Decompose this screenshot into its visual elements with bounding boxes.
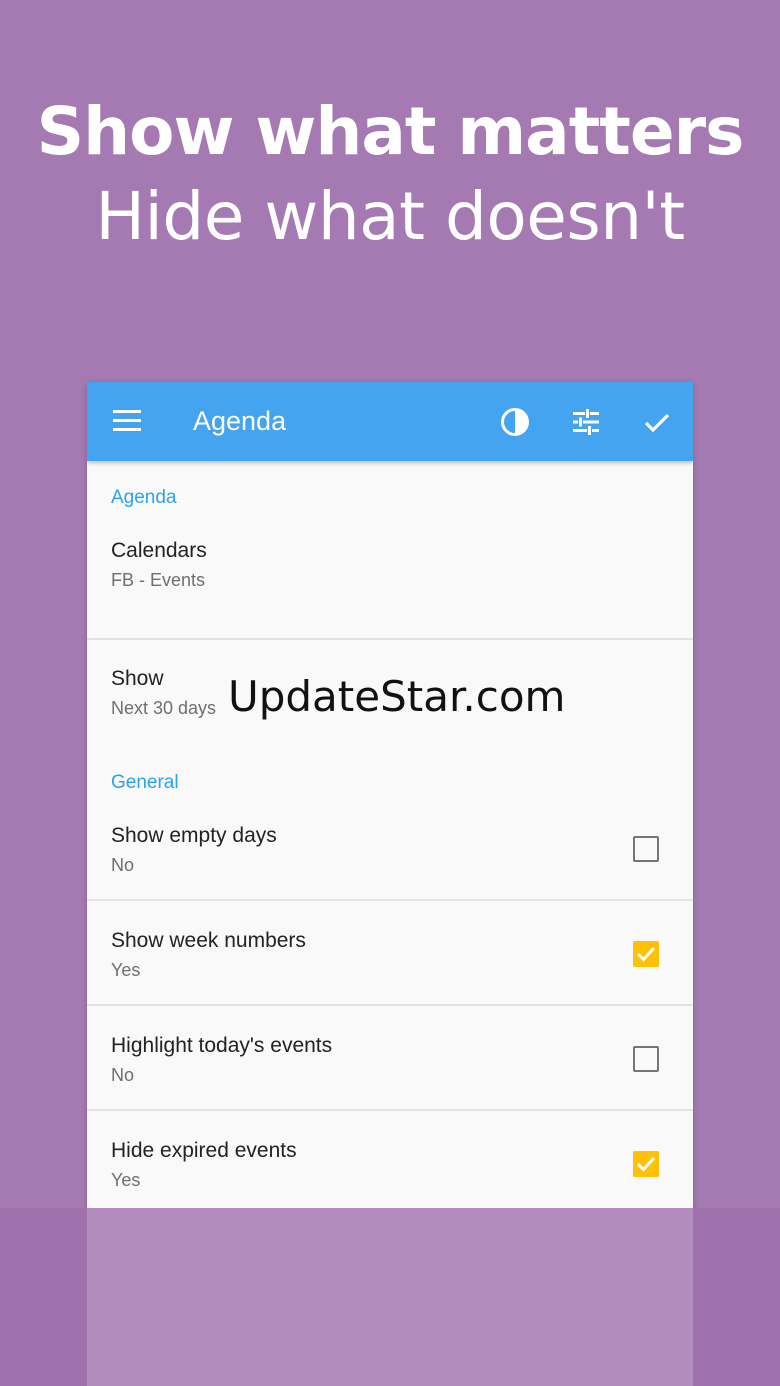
- setting-title: Show week numbers: [111, 929, 306, 952]
- section-header-general: General: [111, 772, 179, 793]
- setting-highlight-today[interactable]: Highlight today's events No: [87, 1027, 693, 1109]
- settings-card: Agenda Agenda Calendars FB - Events Show…: [87, 382, 693, 1208]
- card-reflection: Yes Hide expired events No Highlight tod…: [0, 1208, 780, 1386]
- menu-icon[interactable]: [113, 410, 143, 432]
- divider: [87, 1004, 693, 1006]
- setting-show-empty-days[interactable]: Show empty days No: [87, 817, 693, 899]
- app-bar-title: Agenda: [193, 406, 287, 436]
- setting-subtitle: Yes: [111, 1170, 141, 1190]
- checkmark-icon: [636, 946, 656, 962]
- headline: Show what matters Hide what doesn't: [0, 92, 780, 262]
- setting-show-week-numbers[interactable]: Show week numbers Yes: [87, 922, 693, 1004]
- checkbox-highlight-today[interactable]: [633, 1046, 659, 1072]
- checkbox-show-week-numbers[interactable]: [633, 941, 659, 967]
- setting-title: Highlight today's events: [111, 1034, 333, 1057]
- setting-subtitle: No: [111, 855, 135, 875]
- checkmark-icon: [636, 1156, 656, 1172]
- watermark: UpdateStar.com: [228, 672, 566, 721]
- checkbox-show-empty-days[interactable]: [633, 836, 659, 862]
- checkbox-hide-expired[interactable]: [633, 1151, 659, 1177]
- divider: [87, 638, 693, 640]
- setting-title: Show empty days: [111, 824, 277, 847]
- setting-title: Hide expired events: [111, 1139, 297, 1162]
- setting-subtitle: FB - Events: [111, 570, 206, 590]
- tune-icon[interactable]: [571, 407, 601, 437]
- setting-calendars[interactable]: Calendars FB - Events: [87, 532, 693, 638]
- setting-subtitle: Yes: [111, 960, 141, 980]
- setting-title: Calendars: [111, 539, 207, 562]
- divider: [87, 899, 693, 901]
- contrast-icon[interactable]: [500, 407, 530, 437]
- divider: [87, 1109, 693, 1111]
- headline-line-1: Show what matters: [36, 93, 745, 170]
- setting-subtitle: No: [111, 1065, 135, 1085]
- setting-subtitle: Next 30 days: [111, 698, 217, 718]
- setting-hide-expired[interactable]: Hide expired events Yes: [87, 1132, 693, 1208]
- reflection-card: Yes Hide expired events No Highlight tod…: [87, 1208, 693, 1386]
- setting-title: Show: [111, 667, 164, 690]
- app-bar: Agenda: [87, 382, 693, 461]
- section-header-agenda: Agenda: [111, 487, 177, 508]
- headline-line-2: Hide what doesn't: [95, 178, 685, 255]
- check-icon[interactable]: [642, 407, 672, 437]
